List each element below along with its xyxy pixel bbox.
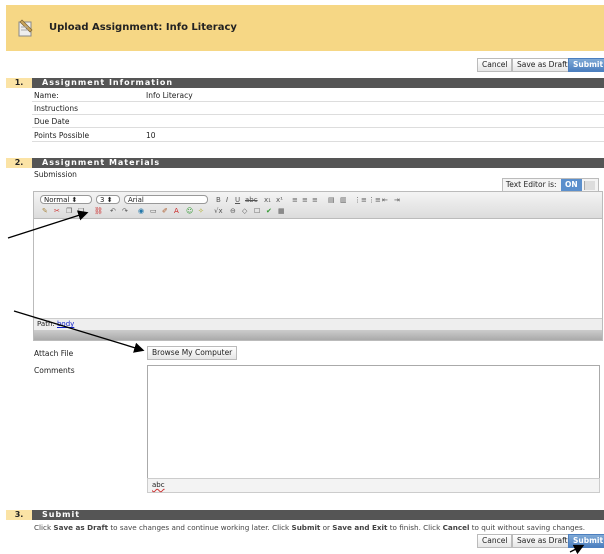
annotation-arrows xyxy=(7,210,585,554)
arrow-to-browse xyxy=(13,310,145,353)
arrow-to-submit xyxy=(569,544,585,554)
arrow-to-editor xyxy=(7,210,89,239)
